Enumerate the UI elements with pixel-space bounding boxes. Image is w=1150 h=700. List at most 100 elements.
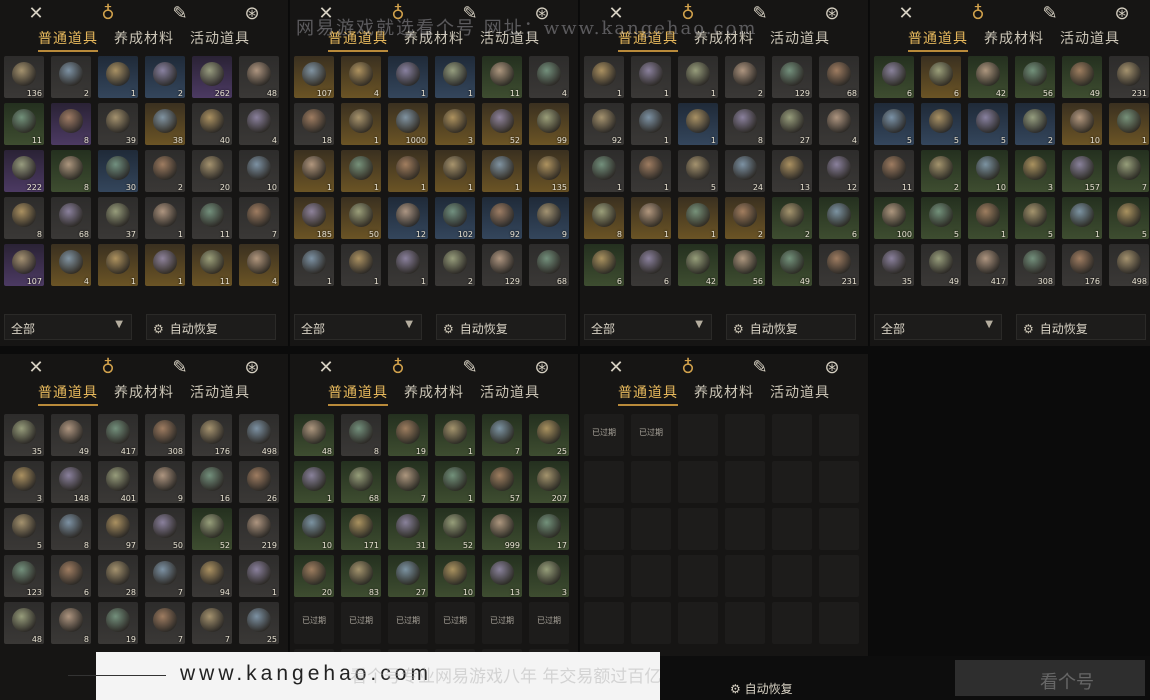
auto-restore-button[interactable]: ⚙ 自动恢复	[436, 314, 566, 340]
tab-2[interactable]: 养成材料	[694, 382, 754, 406]
item-slot[interactable]: 231	[1109, 56, 1149, 98]
item-slot[interactable]: 20	[294, 555, 334, 597]
tab-1[interactable]: 普通道具	[38, 28, 98, 52]
item-slot[interactable]: 已过期	[435, 602, 475, 644]
item-slot[interactable]: 48	[294, 414, 334, 456]
footer-restore-button[interactable]: ⚙ 自动恢复	[730, 680, 793, 697]
item-slot[interactable]: 1	[584, 56, 624, 98]
item-slot[interactable]: 5	[1109, 197, 1149, 239]
item-slot[interactable]: 2	[51, 56, 91, 98]
item-slot[interactable]: 8	[584, 197, 624, 239]
item-slot[interactable]: 28	[98, 555, 138, 597]
item-slot[interactable]: 100	[874, 197, 914, 239]
item-slot[interactable]: 94	[192, 555, 232, 597]
item-slot[interactable]: 11	[874, 150, 914, 192]
item-slot[interactable]: 401	[98, 461, 138, 503]
item-slot[interactable]: 7	[482, 414, 522, 456]
item-slot[interactable]: 2	[921, 150, 961, 192]
item-slot[interactable]: 49	[921, 244, 961, 286]
item-slot[interactable]: 222	[4, 150, 44, 192]
item-slot[interactable]: 3	[435, 103, 475, 145]
filter-dropdown[interactable]: 全部 ▼	[874, 314, 1002, 340]
item-slot[interactable]: 1	[678, 197, 718, 239]
item-slot[interactable]: 1	[98, 56, 138, 98]
pouch-icon[interactable]: ♁	[383, 355, 413, 379]
item-slot[interactable]: 107	[4, 244, 44, 286]
item-slot[interactable]: 4	[51, 244, 91, 286]
item-slot[interactable]: 10	[435, 555, 475, 597]
item-slot[interactable]: 2	[772, 197, 812, 239]
item-slot[interactable]: 7	[145, 555, 185, 597]
item-slot[interactable]: 207	[529, 461, 569, 503]
item-slot[interactable]: 52	[192, 508, 232, 550]
item-slot[interactable]: 157	[1062, 150, 1102, 192]
item-slot[interactable]: 49	[1062, 56, 1102, 98]
item-slot[interactable]: 8	[51, 150, 91, 192]
item-slot[interactable]: 1	[294, 461, 334, 503]
item-slot[interactable]: 5	[874, 103, 914, 145]
item-slot[interactable]: 136	[4, 56, 44, 98]
item-slot[interactable]: 7	[388, 461, 428, 503]
item-slot[interactable]: 37	[98, 197, 138, 239]
item-slot[interactable]: 7	[1109, 150, 1149, 192]
item-slot[interactable]: 56	[1015, 56, 1055, 98]
item-slot[interactable]: 31	[388, 508, 428, 550]
item-slot[interactable]: 6	[819, 197, 859, 239]
item-slot[interactable]: 2	[1015, 103, 1055, 145]
item-slot[interactable]: 6	[921, 56, 961, 98]
item-slot[interactable]: 52	[435, 508, 475, 550]
scroll-icon[interactable]: ✎	[165, 1, 195, 25]
token-icon[interactable]: ⊛	[1107, 1, 1137, 25]
filter-dropdown[interactable]: 全部 ▼	[294, 314, 422, 340]
item-slot[interactable]: 2	[725, 56, 765, 98]
item-slot[interactable]: 1	[341, 103, 381, 145]
item-slot[interactable]: 1	[294, 150, 334, 192]
item-slot[interactable]: 8	[341, 414, 381, 456]
item-slot[interactable]: 13	[772, 150, 812, 192]
item-slot[interactable]: 4	[341, 56, 381, 98]
item-slot[interactable]: 8	[51, 508, 91, 550]
tab-1[interactable]: 普通道具	[908, 28, 968, 52]
item-slot[interactable]: 417	[968, 244, 1008, 286]
item-slot[interactable]: 3	[529, 555, 569, 597]
item-slot[interactable]: 92	[482, 197, 522, 239]
item-slot[interactable]: 10	[294, 508, 334, 550]
item-slot[interactable]: 已过期	[388, 602, 428, 644]
item-slot[interactable]: 48	[239, 56, 279, 98]
tab-2[interactable]: 养成材料	[114, 28, 174, 52]
item-slot[interactable]: 1	[678, 56, 718, 98]
item-slot[interactable]: 1000	[388, 103, 428, 145]
item-slot[interactable]: 26	[239, 461, 279, 503]
crossed-swords-icon[interactable]: ✕	[21, 1, 51, 25]
item-slot[interactable]: 40	[192, 103, 232, 145]
tab-3[interactable]: 活动道具	[480, 382, 540, 406]
item-slot[interactable]: 30	[98, 150, 138, 192]
tab-3[interactable]: 活动道具	[190, 382, 250, 406]
item-slot[interactable]: 38	[145, 103, 185, 145]
item-slot[interactable]: 2	[725, 197, 765, 239]
tab-3[interactable]: 活动道具	[770, 28, 830, 52]
item-slot[interactable]: 16	[192, 461, 232, 503]
scroll-icon[interactable]: ✎	[165, 355, 195, 379]
item-slot[interactable]: 11	[192, 197, 232, 239]
item-slot[interactable]: 50	[341, 197, 381, 239]
item-slot[interactable]: 8	[4, 197, 44, 239]
item-slot[interactable]: 171	[341, 508, 381, 550]
item-slot[interactable]: 8	[51, 103, 91, 145]
crossed-swords-icon[interactable]: ✕	[601, 355, 631, 379]
item-slot[interactable]: 7	[239, 197, 279, 239]
item-slot[interactable]: 123	[4, 555, 44, 597]
pouch-icon[interactable]: ♁	[963, 1, 993, 25]
item-slot[interactable]: 35	[874, 244, 914, 286]
token-icon[interactable]: ⊛	[237, 1, 267, 25]
item-slot[interactable]: 1	[631, 56, 671, 98]
item-slot[interactable]: 19	[98, 602, 138, 644]
auto-restore-button[interactable]: ⚙ 自动恢复	[146, 314, 276, 340]
crossed-swords-icon[interactable]: ✕	[21, 355, 51, 379]
item-slot[interactable]: 已过期	[529, 602, 569, 644]
scroll-icon[interactable]: ✎	[1035, 1, 1065, 25]
item-slot[interactable]: 1	[968, 197, 1008, 239]
item-slot[interactable]: 92	[584, 103, 624, 145]
item-slot[interactable]: 129	[482, 244, 522, 286]
item-slot[interactable]: 1	[584, 150, 624, 192]
